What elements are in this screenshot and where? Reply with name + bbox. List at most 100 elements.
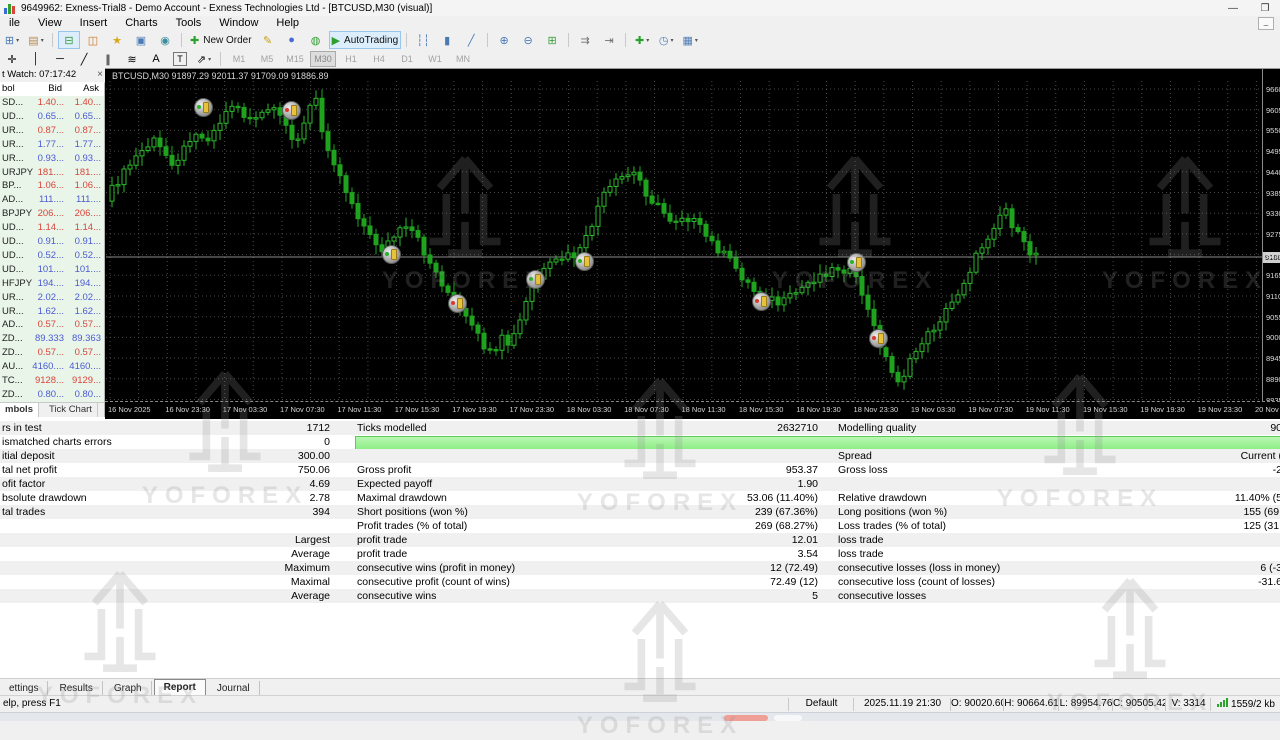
menu-item-view[interactable]: View xyxy=(29,17,71,29)
indicators-dropdown[interactable]: ✚▾ xyxy=(631,31,653,49)
market-watch-row[interactable]: BP...1.06...1.06... xyxy=(0,179,104,194)
tile-windows-button[interactable]: ⊞ xyxy=(541,31,563,49)
menu-item-tools[interactable]: Tools xyxy=(167,17,211,29)
report-label: bsolute drawdown xyxy=(2,492,87,504)
menu-item-help[interactable]: Help xyxy=(267,17,308,29)
tester-tab-results[interactable]: Results xyxy=(50,681,102,696)
strategy-tester-toggle[interactable]: ◉ xyxy=(154,31,176,49)
report-row: ofit factor4.69Expected payoff1.90 xyxy=(0,477,1280,491)
text-tool[interactable]: A xyxy=(145,50,167,68)
taskbar-app-indicator[interactable] xyxy=(724,715,768,721)
menu-item-charts[interactable]: Charts xyxy=(116,17,166,29)
menu-item-window[interactable]: Window xyxy=(210,17,267,29)
tester-tab-journal[interactable]: Journal xyxy=(208,681,260,696)
minimize-button[interactable]: — xyxy=(1226,3,1240,14)
timeframe-h4[interactable]: H4 xyxy=(366,51,392,67)
trendline-tool[interactable]: ╱ xyxy=(73,50,95,68)
taskbar-app-indicator[interactable] xyxy=(774,715,802,721)
bid-value: 0.57... xyxy=(30,319,64,330)
market-watch-row[interactable]: SD...1.40...1.40... xyxy=(0,96,104,111)
market-watch-row[interactable]: ZD...0.80...0.80... xyxy=(0,388,104,403)
timeframe-m15[interactable]: M15 xyxy=(282,51,308,67)
market-watch-row[interactable]: ZD...0.57...0.57... xyxy=(0,346,104,361)
market-watch-tab-mbols[interactable]: mbols xyxy=(0,403,39,417)
trendline-icon: ╱ xyxy=(81,53,88,66)
terminal-toggle[interactable]: ▣ xyxy=(130,31,152,49)
zoom-out-button[interactable]: ⊖ xyxy=(517,31,539,49)
market-watch-row[interactable]: AD...111....111.... xyxy=(0,193,104,208)
market-watch-row[interactable]: UD...0.65...0.65... xyxy=(0,110,104,125)
time-axis-label: 19 Nov 07:30 xyxy=(968,405,1013,414)
price-axis-label: 89450 xyxy=(1266,354,1280,363)
mt4-application: { "window": {"title": "9649962: Exness-T… xyxy=(0,0,1280,720)
report-value: Maximum xyxy=(120,562,330,574)
bid-value: 4160.... xyxy=(30,361,64,372)
market-watch-row[interactable]: UR...0.93...0.93... xyxy=(0,152,104,167)
zoom-in-button[interactable]: ⊕ xyxy=(493,31,515,49)
tester-tab-graph[interactable]: Graph xyxy=(105,681,152,696)
metaeditor-button[interactable]: ✎ xyxy=(257,31,279,49)
timeframe-w1[interactable]: W1 xyxy=(422,51,448,67)
new-order-button[interactable]: ✚New Order xyxy=(187,31,255,49)
market-watch-row[interactable]: HFJPY194....194.... xyxy=(0,277,104,292)
timeframe-d1[interactable]: D1 xyxy=(394,51,420,67)
channel-tool[interactable]: ∥ xyxy=(97,50,119,68)
bar-chart-mode-button[interactable]: ┆┆ xyxy=(412,31,434,49)
horizontal-line-tool[interactable]: ─ xyxy=(49,50,71,68)
market-watch-row[interactable]: TC...9128...9129... xyxy=(0,374,104,389)
fibonacci-tool[interactable]: ≋ xyxy=(121,50,143,68)
chevron-down-icon: ▾ xyxy=(695,37,698,44)
time-axis[interactable]: 16 Nov 202516 Nov 23:3017 Nov 03:3017 No… xyxy=(105,401,1280,419)
navigator-toggle[interactable]: ★ xyxy=(106,31,128,49)
child-window-minimize-button[interactable]: _ xyxy=(1258,17,1274,30)
crosshair-tool[interactable]: ✛ xyxy=(1,50,23,68)
report-row: tal trades394Short positions (won %)239 … xyxy=(0,505,1280,519)
chart-shift-toggle[interactable]: ⇥ xyxy=(598,31,620,49)
experts-button[interactable]: ● xyxy=(281,31,303,49)
timeframe-mn[interactable]: MN xyxy=(450,51,476,67)
sounds-button[interactable]: ◍ xyxy=(305,31,327,49)
market-watch-row[interactable]: UD...101....101.... xyxy=(0,263,104,278)
market-watch-tab-tick-chart[interactable]: Tick Chart xyxy=(44,403,98,417)
chart-area[interactable]: BTCUSD,M30 91897.29 92011.37 91709.09 91… xyxy=(105,68,1280,418)
symbol-name: UD... xyxy=(2,222,24,233)
restore-button[interactable]: ❐ xyxy=(1258,3,1272,14)
vertical-line-tool[interactable]: │ xyxy=(25,50,47,68)
tester-tab-ettings[interactable]: ettings xyxy=(0,681,48,696)
market-watch-row[interactable]: UR...1.62...1.62... xyxy=(0,305,104,320)
market-watch-row[interactable]: AD...0.57...0.57... xyxy=(0,318,104,333)
profiles-button[interactable]: ▤▾ xyxy=(25,31,47,49)
candlestick-mode-button[interactable]: ▮ xyxy=(436,31,458,49)
new-chart-button[interactable]: ⊞▾ xyxy=(1,31,23,49)
market-watch-row[interactable]: UD...0.91...0.91... xyxy=(0,235,104,250)
timeframe-m30[interactable]: M30 xyxy=(310,51,336,67)
arrows-tool[interactable]: ⇗▾ xyxy=(193,50,215,68)
market-watch-row[interactable]: ZD...89.33389.363 xyxy=(0,332,104,347)
timeframe-m1[interactable]: M1 xyxy=(226,51,252,67)
market-watch-row[interactable]: UR...1.77...1.77... xyxy=(0,138,104,153)
market-watch-row[interactable]: BPJPY206....206.... xyxy=(0,207,104,222)
price-axis[interactable]: 91886.89 9660096050955009495094400938509… xyxy=(1262,69,1280,401)
timeframe-h1[interactable]: H1 xyxy=(338,51,364,67)
market-watch-row[interactable]: AU...4160....4160.... xyxy=(0,360,104,375)
market-watch-row[interactable]: UR...2.02...2.02... xyxy=(0,291,104,306)
menu-item-insert[interactable]: Insert xyxy=(71,17,117,29)
periods-dropdown[interactable]: ◷▾ xyxy=(655,31,677,49)
market-watch-toggle[interactable]: ⊟ xyxy=(58,31,80,49)
market-watch-row[interactable]: UD...1.14...1.14... xyxy=(0,221,104,236)
data-window-toggle[interactable]: ◫ xyxy=(82,31,104,49)
market-watch-row[interactable]: UD...0.52...0.52... xyxy=(0,249,104,264)
tester-tab-report[interactable]: Report xyxy=(154,679,206,696)
title-bar: 9649962: Exness-Trial8 - Demo Account - … xyxy=(0,0,1280,17)
text-label-tool[interactable]: T xyxy=(169,50,191,68)
line-chart-mode-button[interactable]: ╱ xyxy=(460,31,482,49)
auto-scroll-toggle[interactable]: ⇉ xyxy=(574,31,596,49)
menu-item-ile[interactable]: ile xyxy=(0,17,29,29)
market-watch-row[interactable]: URJPY181....181.... xyxy=(0,166,104,181)
market-watch-row[interactable]: UR...0.87...0.87... xyxy=(0,124,104,139)
templates-dropdown[interactable]: ▦▾ xyxy=(679,31,701,49)
autotrading-button[interactable]: ▶AutoTrading xyxy=(329,31,402,49)
timeframe-m5[interactable]: M5 xyxy=(254,51,280,67)
close-icon[interactable]: × xyxy=(97,68,103,81)
report-value: 300.00 xyxy=(120,450,330,462)
